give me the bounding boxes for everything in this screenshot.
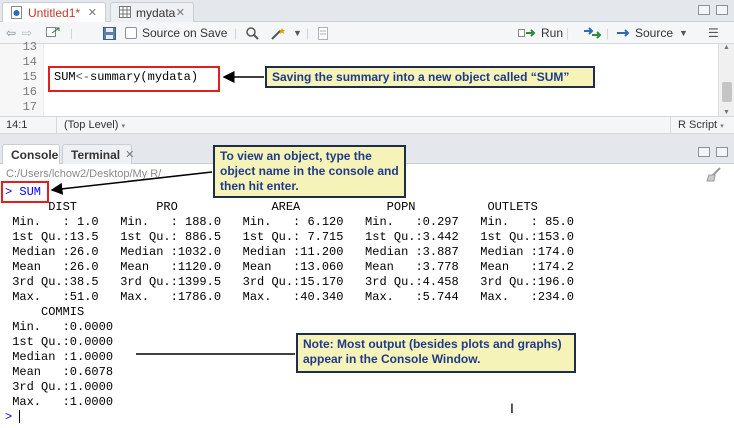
run-label: Run: [541, 26, 564, 40]
show-in-window-icon[interactable]: [46, 25, 60, 41]
chevron-down-icon[interactable]: ▼: [293, 25, 302, 41]
chevron-down-icon: ▾: [720, 123, 724, 130]
close-tab-icon[interactable]: ✕: [125, 148, 134, 161]
filetype-selector[interactable]: R Script ▾: [678, 119, 724, 131]
clear-console-icon[interactable]: [706, 166, 722, 185]
scroll-up-icon[interactable]: ▲: [723, 44, 730, 51]
filetype-label: R Script: [678, 119, 718, 131]
toolbar-divider: |: [306, 26, 310, 40]
console-output-line: Max. :51.0 Max. :1786.0 Max. :40.340 Max…: [5, 290, 589, 304]
editor-status-bar: 14:1 (Top Level) ▾ R Script ▾: [0, 116, 734, 134]
tab-console[interactable]: Console: [2, 144, 60, 164]
highlight-code-box: [48, 66, 220, 92]
tab-label: Untitled1*: [28, 5, 81, 20]
console-input-line[interactable]: >: [5, 410, 21, 425]
console-output-line: 1st Qu.:13.5 1st Qu.: 886.5 1st Qu.: 7.7…: [5, 230, 589, 244]
console-output-line: 3rd Qu.:1.0000: [5, 380, 128, 394]
console-output-line: Mean :26.0 Mean :1120.0 Mean :13.060 Mea…: [5, 260, 589, 274]
status-divider: [56, 117, 57, 133]
minimize-pane-icon[interactable]: [698, 147, 710, 157]
console-output-line: Min. : 1.0 Min. : 188.0 Min. : 6.120 Min…: [5, 215, 589, 229]
tab-mydata[interactable]: mydata ✕: [110, 2, 194, 22]
scope-label: (Top Level): [64, 119, 119, 131]
editor-tab-bar: Untitled1* ✕ mydata ✕: [0, 0, 734, 22]
pane-splitter[interactable]: [0, 134, 734, 142]
console-output-line: 3rd Qu.:38.5 3rd Qu.:1399.5 3rd Qu.:15.1…: [5, 275, 589, 289]
rerun-button[interactable]: [582, 25, 602, 41]
checkbox[interactable]: [125, 27, 137, 39]
tab-label: Console: [11, 147, 59, 162]
line-number: 13: [22, 40, 37, 54]
console-output-line: DIST PRO AREA POPN OUTLETS: [5, 200, 567, 214]
scope-selector[interactable]: (Top Level) ▾: [64, 119, 125, 131]
close-tab-icon[interactable]: ✕: [88, 6, 97, 19]
annotation-text: Saving the summary into a new object cal…: [272, 70, 570, 84]
tab-terminal[interactable]: Terminal ✕: [62, 144, 134, 164]
console-output-line: Median :26.0 Median :1032.0 Median :11.2…: [5, 245, 589, 259]
toolbar-divider: |: [566, 26, 570, 40]
annotation-view-object: To view an object, type the object name …: [213, 145, 406, 198]
table-icon: [119, 6, 131, 19]
editor-scrollbar[interactable]: ▲ ▼: [718, 44, 734, 116]
console-output-line: 1st Qu.:0.0000: [5, 335, 128, 349]
scroll-down-icon[interactable]: ▼: [723, 109, 730, 116]
status-divider: [670, 117, 671, 133]
cursor-position: 14:1: [6, 119, 28, 131]
back-icon[interactable]: ⇦: [6, 25, 16, 41]
tab-label: Terminal: [71, 147, 121, 162]
working-directory-path[interactable]: C:/Users/lchow2/Desktop/My R/: [6, 168, 161, 180]
console-output-line: COMMIS: [5, 305, 121, 319]
menu-lines-icon[interactable]: ☰: [708, 25, 719, 41]
console-output-line: Min. :0.0000: [5, 320, 128, 334]
scrollbar-thumb[interactable]: [722, 82, 732, 102]
maximize-pane-icon[interactable]: [716, 147, 728, 157]
text-cursor: [19, 410, 21, 424]
rerun-icon: [584, 27, 602, 39]
annotation-save-summary: Saving the summary into a new object cal…: [265, 66, 595, 88]
console-prompt: >: [5, 410, 13, 424]
toolbar-divider: |: [234, 26, 238, 40]
line-number: 17: [22, 100, 37, 114]
console-output-line: Max. :1.0000: [5, 395, 128, 409]
save-icon[interactable]: [103, 25, 116, 41]
line-number: 16: [22, 85, 37, 99]
line-number: 15: [22, 70, 37, 84]
annotation-note-output: Note: Most output (besides plots and gra…: [296, 333, 576, 373]
chevron-down-icon: ▾: [121, 123, 125, 130]
source-label: Source: [635, 26, 674, 40]
tab-untitled1[interactable]: Untitled1* ✕: [2, 2, 106, 22]
maximize-pane-icon[interactable]: [716, 5, 728, 15]
close-tab-icon[interactable]: ✕: [176, 6, 185, 19]
source-on-save-checkbox[interactable]: Source on Save: [125, 25, 227, 41]
toolbar-divider: |: [606, 26, 610, 40]
annotation-text: To view an object, type the object name …: [220, 149, 399, 193]
run-arrow-icon: [518, 29, 536, 37]
search-icon[interactable]: [246, 25, 259, 41]
path-text: C:/Users/lchow2/Desktop/My R/: [6, 168, 162, 180]
line-number-gutter: 13 14 15 16 17: [0, 40, 44, 116]
console-output-line: Mean :0.6078: [5, 365, 128, 379]
highlight-command-box: [1, 181, 49, 203]
r-file-icon: [11, 6, 23, 19]
toolbar-divider: |: [70, 26, 74, 40]
mouse-ibeam-cursor: I: [510, 400, 514, 416]
tab-label: mydata: [136, 5, 176, 20]
minimize-pane-icon[interactable]: [698, 5, 710, 15]
forward-icon[interactable]: ⇨: [22, 25, 32, 41]
console-output-line: Median :1.0000: [5, 350, 128, 364]
source-on-save-label: Source on Save: [142, 26, 228, 40]
compile-report-icon[interactable]: [318, 25, 328, 41]
source-arrow-icon: [617, 29, 630, 37]
editor-toolbar: ⇦ ⇨ | Source on Save | ▼ | Run | | Sourc…: [0, 22, 734, 44]
chevron-down-icon[interactable]: ▼: [679, 28, 688, 38]
source-button[interactable]: Source ▼: [616, 25, 688, 41]
console-pane[interactable]: C:/Users/lchow2/Desktop/My R/ > SUM DIST…: [0, 164, 734, 428]
line-number: 14: [22, 55, 37, 69]
annotation-text: Note: Most output (besides plots and gra…: [303, 337, 562, 366]
run-button[interactable]: Run: [518, 25, 563, 41]
magic-wand-icon[interactable]: [270, 25, 286, 41]
